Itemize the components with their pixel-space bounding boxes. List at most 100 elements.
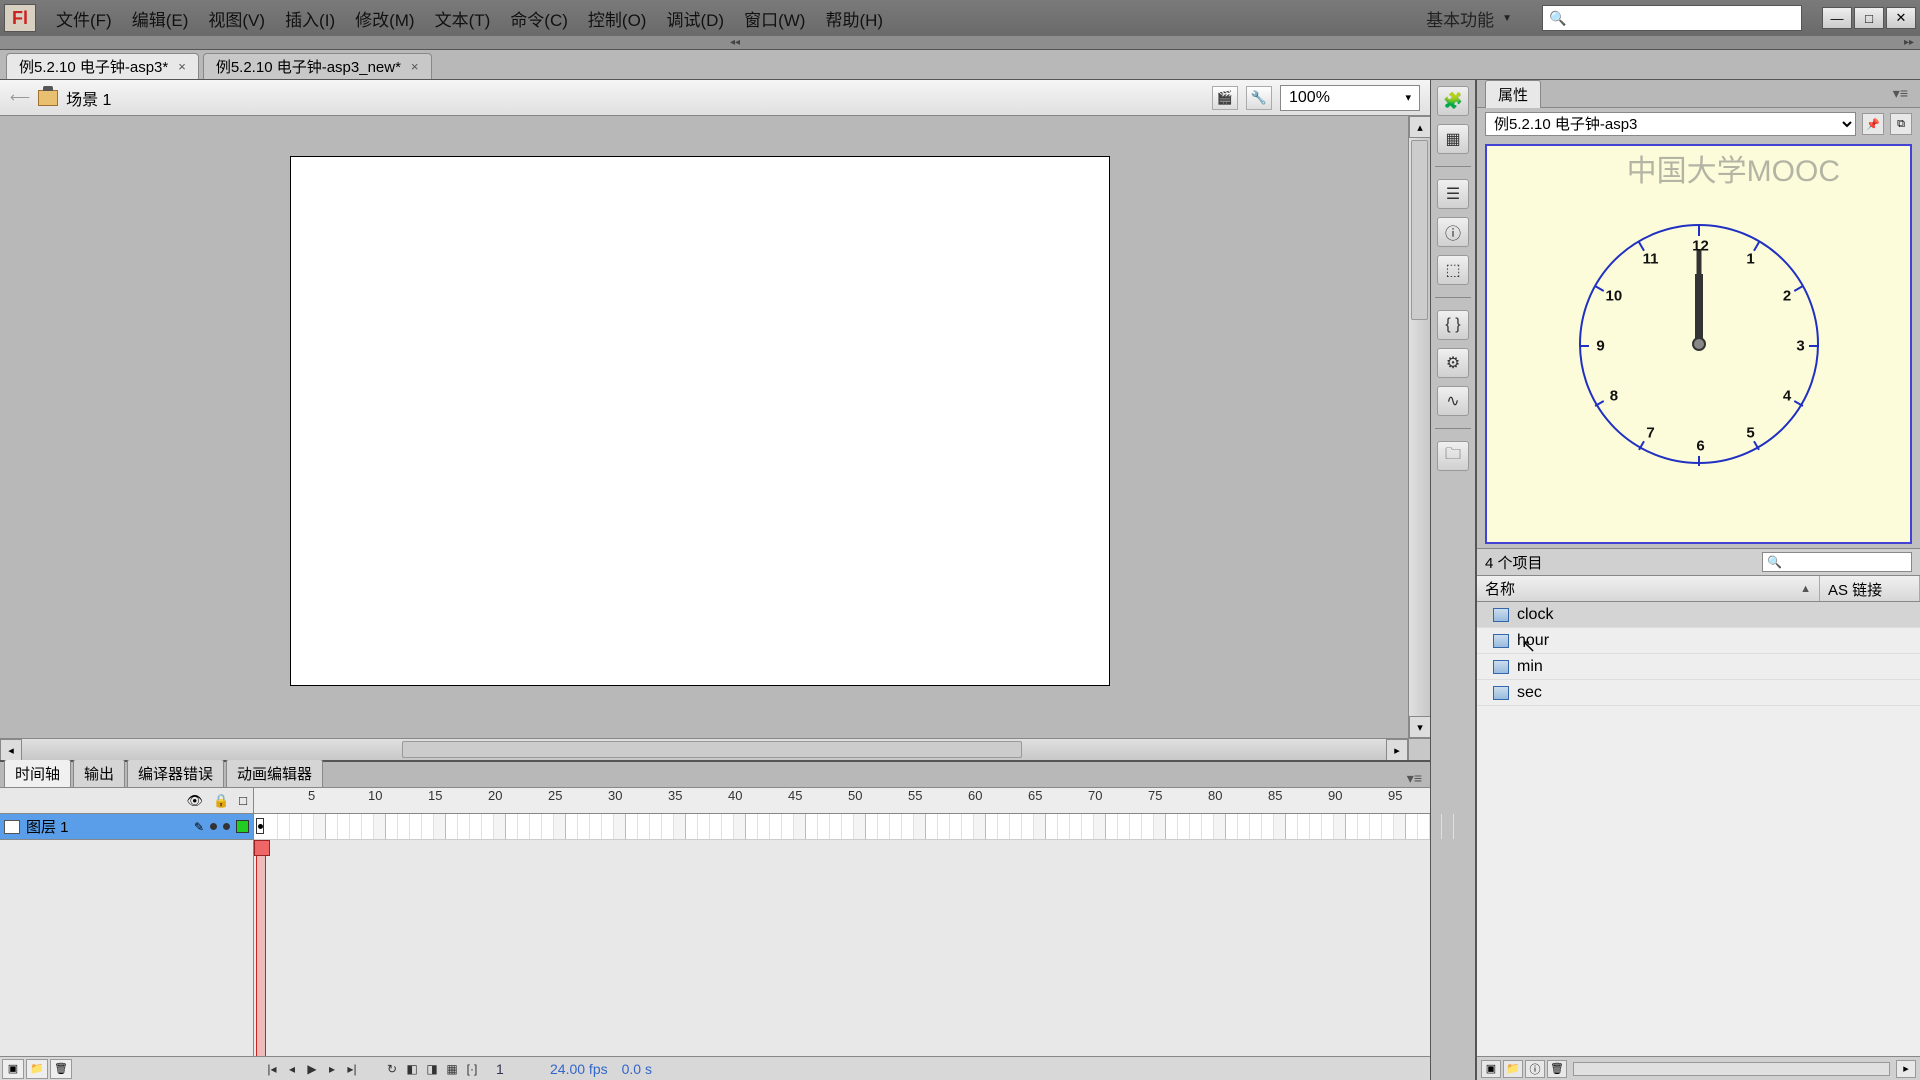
loop-button[interactable]: ↻ xyxy=(382,1060,402,1078)
column-as-link[interactable]: AS 链接 xyxy=(1820,576,1920,601)
scroll-thumb[interactable] xyxy=(402,741,1022,758)
eye-icon[interactable]: 👁 xyxy=(186,793,203,809)
new-folder-button[interactable]: 📁 xyxy=(26,1059,48,1079)
back-arrow-icon[interactable]: ⟵ xyxy=(10,89,30,106)
timeline-frames-area[interactable]: 5101520253035404550556065707580859095 xyxy=(254,788,1430,1056)
menu-text[interactable]: 文本(T) xyxy=(427,2,499,35)
menu-edit[interactable]: 编辑(E) xyxy=(124,2,197,35)
properties-panel-button[interactable]: 🧩 xyxy=(1437,86,1469,116)
scroll-right-button[interactable]: ▸ xyxy=(1896,1060,1916,1078)
tab-motion-editor[interactable]: 动画编辑器 xyxy=(226,759,323,787)
timeline-ruler[interactable]: 5101520253035404550556065707580859095 xyxy=(254,788,1430,814)
clock-tick xyxy=(1579,345,1589,347)
playhead[interactable] xyxy=(256,840,266,1056)
collapse-right-icon[interactable]: ▸▸ xyxy=(1470,36,1920,49)
menu-window[interactable]: 窗口(W) xyxy=(736,2,813,35)
library-item-hour[interactable]: hour xyxy=(1477,628,1920,654)
info-panel-button[interactable]: ⓘ xyxy=(1437,217,1469,247)
visibility-dot[interactable] xyxy=(210,823,217,830)
scroll-left-icon[interactable]: ◂ xyxy=(0,739,22,760)
new-layer-button[interactable]: ▣ xyxy=(2,1059,24,1079)
stage-canvas[interactable] xyxy=(290,156,1110,686)
onion-outline-button[interactable]: ◨ xyxy=(422,1060,442,1078)
panel-menu-icon[interactable]: ▾≡ xyxy=(1399,770,1430,787)
scroll-right-icon[interactable]: ▸ xyxy=(1386,739,1408,760)
tab-timeline[interactable]: 时间轴 xyxy=(4,759,71,787)
library-item-clock[interactable]: clock xyxy=(1477,602,1920,628)
clock-center xyxy=(1692,337,1706,351)
library-hscroll[interactable] xyxy=(1573,1062,1890,1076)
tab-compiler-errors[interactable]: 编译器错误 xyxy=(127,759,224,787)
menu-debug[interactable]: 调试(D) xyxy=(658,2,732,35)
scroll-down-icon[interactable]: ▾ xyxy=(1409,716,1430,738)
lock-dot[interactable] xyxy=(223,823,230,830)
keyframe-1[interactable] xyxy=(256,818,264,834)
edit-symbol-button[interactable]: 🔧 xyxy=(1246,86,1272,110)
collapse-left-icon[interactable]: ◂◂ xyxy=(0,36,1470,49)
motion-presets-button[interactable]: ∿ xyxy=(1437,386,1469,416)
scroll-up-icon[interactable]: ▴ xyxy=(1409,116,1430,138)
panel-menu-icon[interactable]: ▾≡ xyxy=(1889,85,1912,102)
menu-commands[interactable]: 命令(C) xyxy=(502,2,576,35)
transform-panel-button[interactable]: ⬚ xyxy=(1437,255,1469,285)
menu-view[interactable]: 视图(V) xyxy=(200,2,273,35)
lock-icon[interactable]: 🔒 xyxy=(213,793,229,809)
close-icon[interactable]: × xyxy=(178,59,186,74)
top-search-input[interactable]: 🔍 xyxy=(1542,5,1802,31)
outline-color-box[interactable] xyxy=(236,820,249,833)
stage-vertical-scrollbar[interactable]: ▴ ▾ xyxy=(1408,116,1430,738)
modify-markers-button[interactable]: [·] xyxy=(462,1060,482,1078)
library-panel-button[interactable]: ▦ xyxy=(1437,124,1469,154)
window-minimize-button[interactable]: — xyxy=(1822,7,1852,29)
library-item-min[interactable]: min xyxy=(1477,654,1920,680)
menu-control[interactable]: 控制(O) xyxy=(580,2,655,35)
scroll-thumb[interactable] xyxy=(1411,140,1428,320)
first-frame-button[interactable]: |◂ xyxy=(262,1060,282,1078)
align-panel-button[interactable]: ☰ xyxy=(1437,179,1469,209)
menu-help[interactable]: 帮助(H) xyxy=(817,2,891,35)
edit-scene-button[interactable]: 🎬 xyxy=(1212,86,1238,110)
stage-edit-bar: ⟵ 场景 1 🎬 🔧 100% ▾ xyxy=(0,80,1430,116)
new-library-panel-button[interactable]: ⧉ xyxy=(1890,113,1912,135)
edit-multi-button[interactable]: ▦ xyxy=(442,1060,462,1078)
outline-icon[interactable]: □ xyxy=(239,793,247,808)
menu-file[interactable]: 文件(F) xyxy=(48,2,120,35)
play-button[interactable]: ▶ xyxy=(302,1060,322,1078)
window-close-button[interactable]: ✕ xyxy=(1886,7,1916,29)
last-frame-button[interactable]: ▸| xyxy=(342,1060,362,1078)
onion-skin-button[interactable]: ◧ xyxy=(402,1060,422,1078)
document-tab-2[interactable]: 例5.2.10 电子钟-asp3_new* × xyxy=(203,53,432,79)
window-restore-button[interactable]: □ xyxy=(1854,7,1884,29)
pin-library-button[interactable]: 📌 xyxy=(1862,113,1884,135)
ruler-tick: 65 xyxy=(1028,788,1042,803)
prev-frame-button[interactable]: ◂ xyxy=(282,1060,302,1078)
stage-area[interactable]: ▴ ▾ ◂ ▸ xyxy=(0,116,1430,760)
document-tab-1[interactable]: 例5.2.10 电子钟-asp3* × xyxy=(6,53,199,79)
zoom-selector[interactable]: 100% ▾ xyxy=(1280,85,1420,111)
clock-number: 4 xyxy=(1783,388,1791,405)
workspace-selector[interactable]: 基本功能 ▼ xyxy=(1416,6,1522,31)
layer-row-1[interactable]: 图层 1 ✎ xyxy=(0,814,253,840)
playhead-handle[interactable] xyxy=(254,840,270,856)
next-frame-button[interactable]: ▸ xyxy=(322,1060,342,1078)
properties-button[interactable]: ⓘ xyxy=(1525,1060,1545,1078)
stage-horizontal-scrollbar[interactable]: ◂ ▸ xyxy=(0,738,1408,760)
tab-properties[interactable]: 属性 xyxy=(1485,80,1541,108)
new-folder-button[interactable]: 📁 xyxy=(1503,1060,1523,1078)
menu-modify[interactable]: 修改(M) xyxy=(347,2,422,35)
menu-insert[interactable]: 插入(I) xyxy=(277,2,343,35)
delete-layer-button[interactable]: 🗑 xyxy=(50,1059,72,1079)
library-search-input[interactable]: 🔍 xyxy=(1762,552,1912,572)
delete-button[interactable]: 🗑 xyxy=(1547,1060,1567,1078)
new-symbol-button[interactable]: ▣ xyxy=(1481,1060,1501,1078)
components-panel-button[interactable]: ⚙ xyxy=(1437,348,1469,378)
library-document-dropdown[interactable]: 例5.2.10 电子钟-asp3 xyxy=(1485,112,1856,136)
close-icon[interactable]: × xyxy=(411,59,419,74)
tab-output[interactable]: 输出 xyxy=(73,759,125,787)
project-panel-button[interactable]: 🗀 xyxy=(1437,441,1469,471)
timeline-track-1[interactable] xyxy=(254,814,1430,840)
column-name[interactable]: 名称 ▲ xyxy=(1477,576,1820,601)
library-item-sec[interactable]: sec xyxy=(1477,680,1920,706)
timeline-panel: 时间轴 输出 编译器错误 动画编辑器 ▾≡ 👁 🔒 □ xyxy=(0,760,1430,1080)
code-snippets-button[interactable]: { } xyxy=(1437,310,1469,340)
